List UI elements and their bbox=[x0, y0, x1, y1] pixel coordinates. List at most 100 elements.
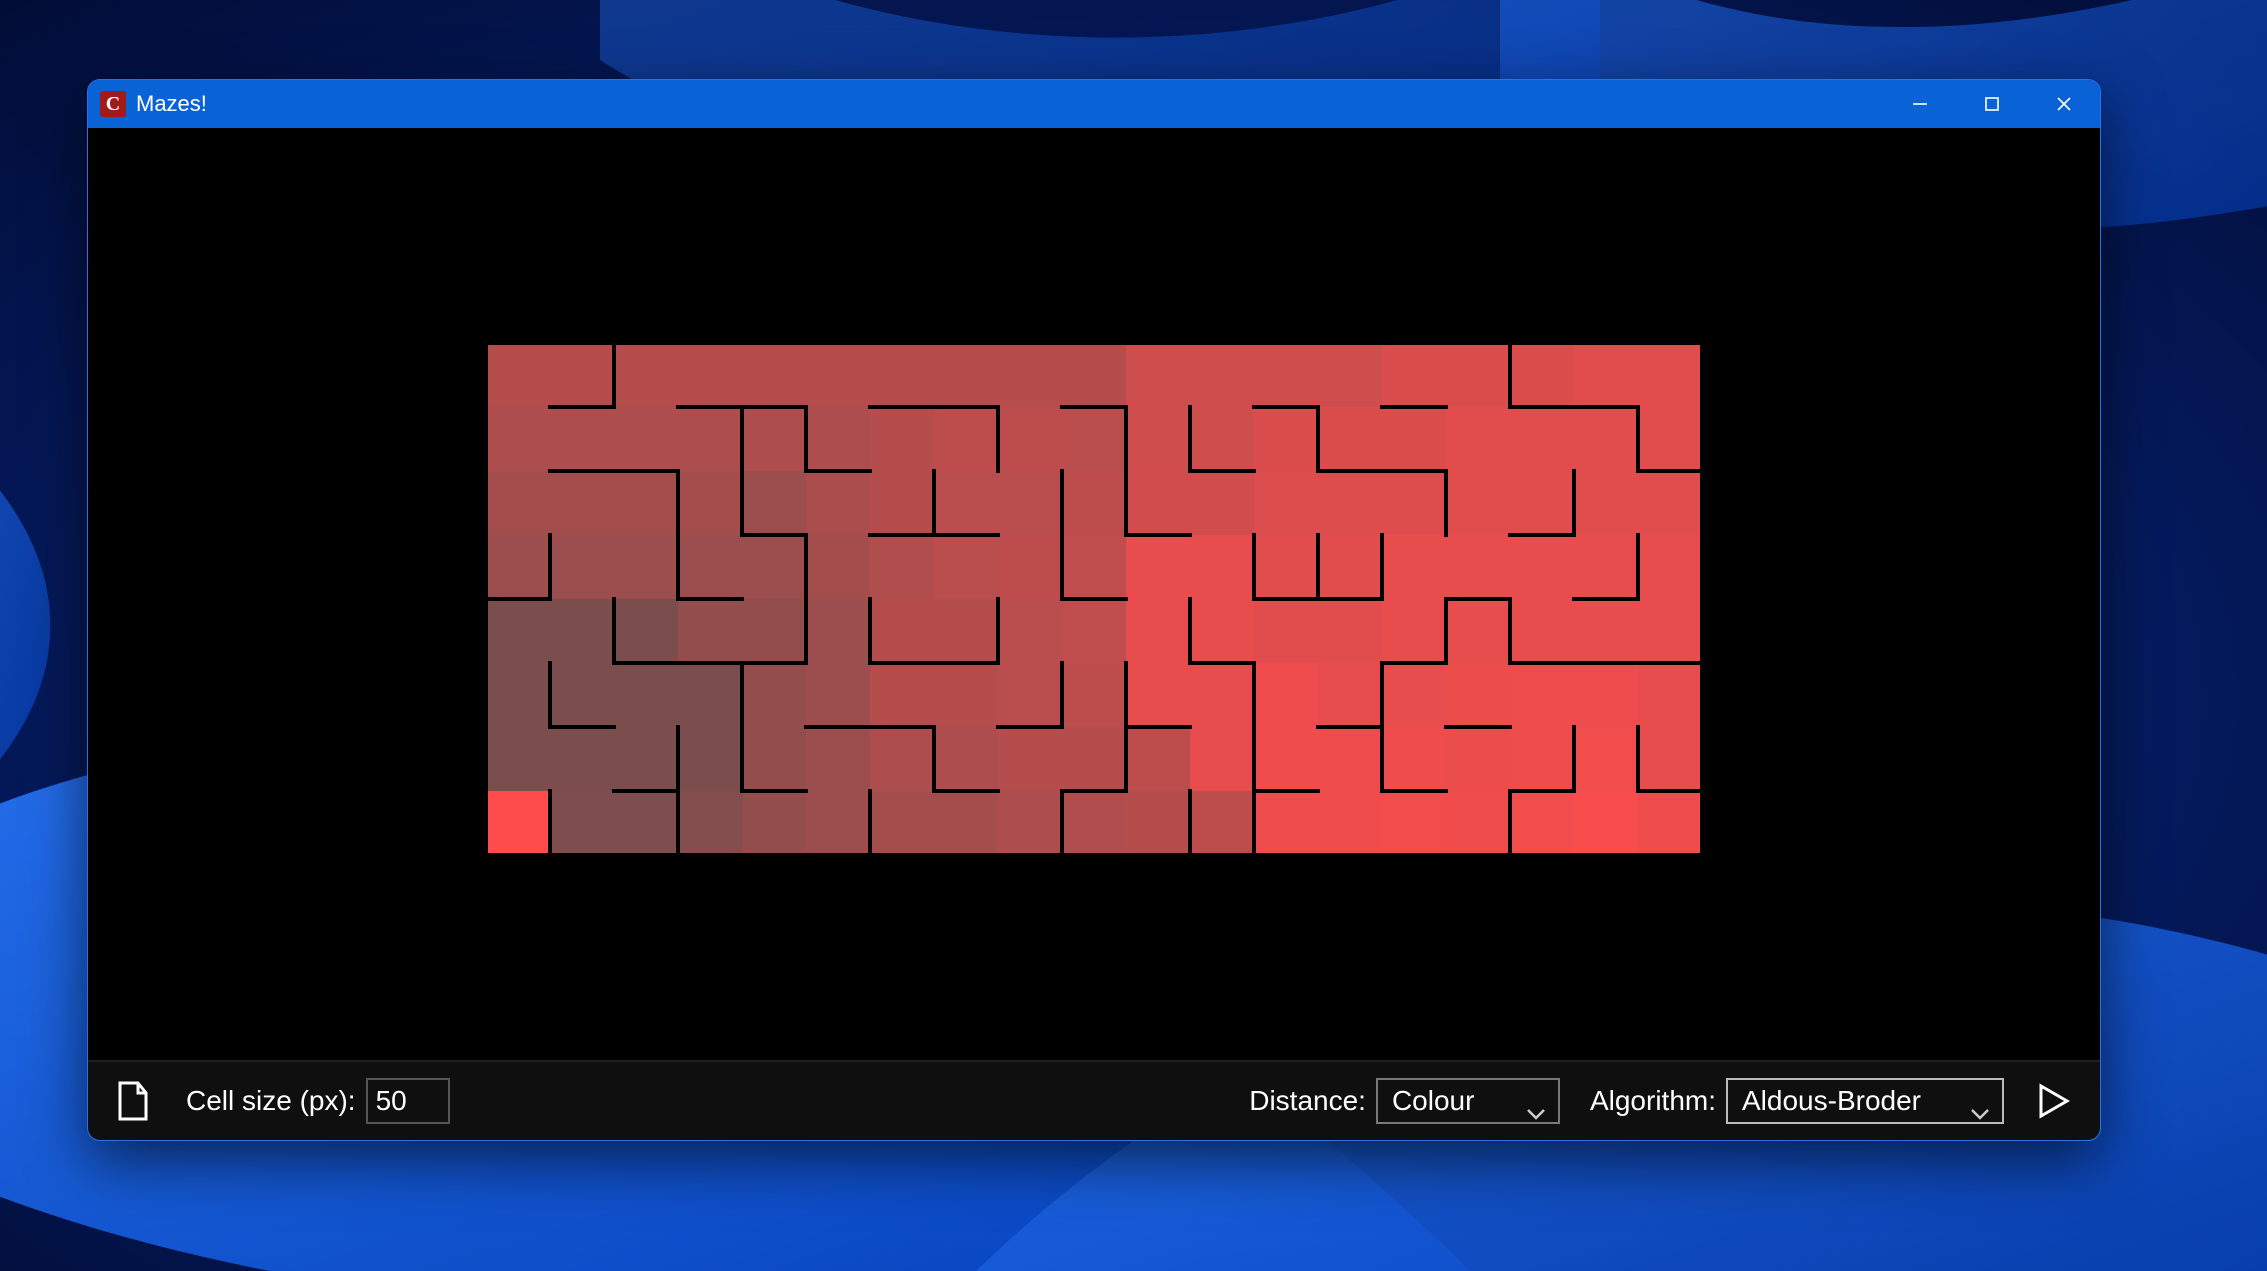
maze-cell bbox=[1446, 407, 1510, 471]
maze-cell bbox=[550, 727, 614, 791]
maze-cell bbox=[1190, 407, 1254, 471]
maze-cell bbox=[870, 471, 934, 535]
maze-cell bbox=[1126, 663, 1190, 727]
titlebar[interactable]: C Mazes! bbox=[88, 80, 2100, 128]
maze-cell bbox=[806, 407, 870, 471]
maze-cell bbox=[1382, 471, 1446, 535]
maze-cell bbox=[1190, 663, 1254, 727]
maze-cell bbox=[550, 535, 614, 599]
algorithm-select[interactable]: Aldous-Broder bbox=[1726, 1078, 2004, 1124]
maze-cell bbox=[1446, 727, 1510, 791]
maze-cell bbox=[742, 599, 806, 663]
maze-cell bbox=[1574, 343, 1638, 407]
maze-cell bbox=[1510, 599, 1574, 663]
algorithm-value: Aldous-Broder bbox=[1742, 1085, 1921, 1117]
maze-cell bbox=[806, 599, 870, 663]
maze-cell bbox=[998, 663, 1062, 727]
maze-cell bbox=[614, 791, 678, 855]
maze-cell bbox=[1126, 727, 1190, 791]
maze-cell bbox=[1574, 663, 1638, 727]
maze-cell bbox=[1318, 343, 1382, 407]
maze-cell bbox=[1510, 535, 1574, 599]
maze-cell bbox=[806, 343, 870, 407]
maze-cell bbox=[1574, 471, 1638, 535]
maze-cell bbox=[998, 343, 1062, 407]
maze-cell bbox=[1446, 343, 1510, 407]
maze-cell bbox=[1510, 727, 1574, 791]
maze-cell bbox=[1126, 343, 1190, 407]
maze-cell bbox=[1062, 407, 1126, 471]
close-button[interactable] bbox=[2028, 80, 2100, 128]
maze-cell bbox=[1574, 407, 1638, 471]
maze-cell bbox=[1062, 791, 1126, 855]
maze-cell bbox=[806, 535, 870, 599]
maze-cell bbox=[870, 407, 934, 471]
maze-cell bbox=[486, 663, 550, 727]
maze-cell bbox=[1574, 791, 1638, 855]
maze-cell bbox=[1062, 663, 1126, 727]
maze-cell bbox=[678, 663, 742, 727]
algorithm-label: Algorithm: bbox=[1590, 1085, 1716, 1117]
maze-cell bbox=[1254, 535, 1318, 599]
chevron-down-icon bbox=[1526, 1095, 1546, 1107]
maze-cell bbox=[870, 727, 934, 791]
maze-cell bbox=[486, 407, 550, 471]
maze-cell bbox=[1318, 727, 1382, 791]
maze-cell bbox=[742, 791, 806, 855]
maze-cell bbox=[806, 727, 870, 791]
maze-cell bbox=[550, 663, 614, 727]
maze-cell bbox=[1638, 407, 1702, 471]
distance-value: Colour bbox=[1392, 1085, 1474, 1117]
new-maze-button[interactable] bbox=[112, 1080, 154, 1122]
maze-cell bbox=[870, 663, 934, 727]
maze-cell bbox=[1574, 727, 1638, 791]
maze-cell bbox=[678, 791, 742, 855]
cell-size-input[interactable] bbox=[366, 1078, 450, 1124]
maze-cell bbox=[1382, 791, 1446, 855]
maze-cell bbox=[998, 535, 1062, 599]
maze-cell bbox=[934, 343, 998, 407]
maze-cell bbox=[1318, 535, 1382, 599]
maze-cell bbox=[934, 727, 998, 791]
maze-cell bbox=[1446, 791, 1510, 855]
maze-cell bbox=[614, 471, 678, 535]
maze-cell bbox=[1382, 343, 1446, 407]
maze-cell bbox=[1382, 407, 1446, 471]
maze-cell bbox=[1190, 727, 1254, 791]
maze-cell bbox=[1254, 407, 1318, 471]
maze-cell bbox=[614, 343, 678, 407]
maze-cell bbox=[1446, 599, 1510, 663]
maze-cell bbox=[998, 599, 1062, 663]
maze-cell bbox=[1510, 407, 1574, 471]
distance-select[interactable]: Colour bbox=[1376, 1078, 1560, 1124]
run-button[interactable] bbox=[2032, 1079, 2076, 1123]
maze-cell bbox=[1446, 471, 1510, 535]
maze-cell bbox=[1062, 599, 1126, 663]
maze-cell bbox=[678, 407, 742, 471]
maze-cell bbox=[1638, 471, 1702, 535]
maze-cell bbox=[1318, 599, 1382, 663]
app-window: C Mazes! bbox=[88, 80, 2100, 1140]
maze-cell bbox=[1382, 535, 1446, 599]
maze-cell bbox=[1062, 471, 1126, 535]
maze-cell bbox=[1254, 791, 1318, 855]
maze-cell bbox=[1062, 535, 1126, 599]
maze-cell bbox=[1254, 599, 1318, 663]
cell-size-label: Cell size (px): bbox=[186, 1085, 356, 1117]
maze-cell bbox=[1190, 471, 1254, 535]
maximize-button[interactable] bbox=[1956, 80, 2028, 128]
maze-cell bbox=[870, 791, 934, 855]
maze-cell bbox=[1126, 407, 1190, 471]
maze-cell bbox=[1510, 663, 1574, 727]
maze-cell bbox=[550, 471, 614, 535]
maze-cell bbox=[1190, 343, 1254, 407]
maze-cell bbox=[806, 791, 870, 855]
maze-cell bbox=[1510, 343, 1574, 407]
maze-cell bbox=[1318, 407, 1382, 471]
maze-cell bbox=[742, 663, 806, 727]
maze-cell bbox=[1638, 727, 1702, 791]
maze-cell bbox=[614, 599, 678, 663]
minimize-button[interactable] bbox=[1884, 80, 1956, 128]
maze-cell bbox=[934, 471, 998, 535]
maze-cell bbox=[1318, 663, 1382, 727]
